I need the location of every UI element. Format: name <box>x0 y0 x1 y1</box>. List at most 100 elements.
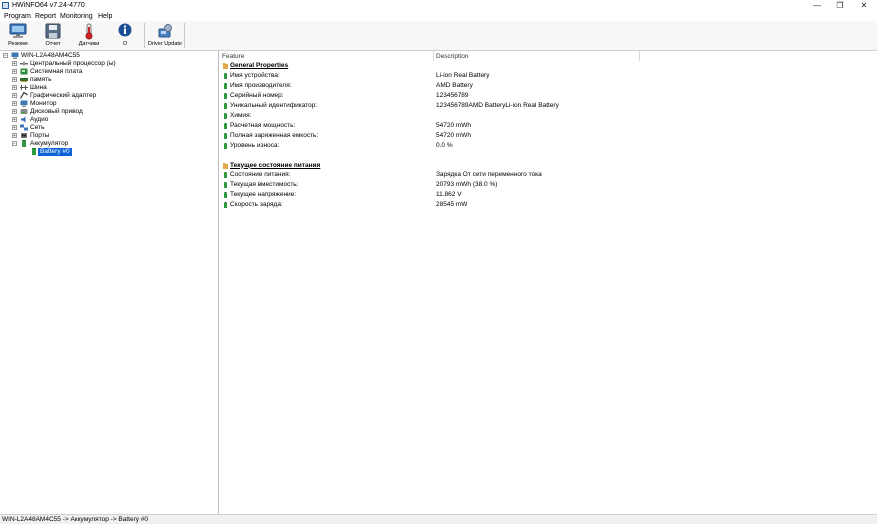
battery-icon <box>224 102 227 109</box>
about-button[interactable]: О <box>112 22 138 49</box>
battery-icon <box>224 172 227 179</box>
maximize-button[interactable]: ❐ <box>828 0 852 11</box>
description-cell: 11.862 V <box>436 191 462 199</box>
menu-report[interactable]: Report <box>35 12 56 21</box>
app-icon <box>2 2 9 9</box>
report-label: Отчет <box>45 41 61 47</box>
expand-icon[interactable]: + <box>12 117 17 123</box>
section-header[interactable]: Текущее состояние питания <box>219 161 859 171</box>
expand-icon[interactable]: + <box>12 109 17 115</box>
expand-icon[interactable]: + <box>12 85 17 91</box>
tree-item-label: Порты <box>30 132 50 139</box>
tree-item-label: Монитор <box>30 100 57 107</box>
save-icon <box>45 23 61 39</box>
table-row[interactable]: Состояние питания: Зарядка От сети переме… <box>219 170 859 180</box>
table-row[interactable]: Уровень износа: 0.0 % <box>219 141 859 151</box>
ports-icon <box>21 133 27 138</box>
collapse-icon[interactable]: − <box>12 141 17 147</box>
expand-icon[interactable]: + <box>12 125 17 131</box>
table-row[interactable]: Химия: <box>219 111 859 121</box>
table-row[interactable]: Текущая вместимость: 20793 mWh (38.0 %) <box>219 180 859 190</box>
report-button[interactable]: Отчет <box>38 22 68 49</box>
description-cell: Li-ion Real Battery <box>436 71 490 79</box>
description-cell: 123456789 <box>436 91 469 99</box>
table-row[interactable]: Серийный номер: 123456789 <box>219 91 859 101</box>
column-divider[interactable] <box>433 51 434 61</box>
monitor-icon <box>20 100 28 107</box>
menu-monitoring[interactable]: Monitoring <box>60 12 93 21</box>
folder-icon <box>223 63 228 69</box>
disk-icon <box>20 109 28 114</box>
feature-cell: Серийный номер: <box>230 91 284 99</box>
table-row[interactable]: Текущее напряжение: 11.862 V <box>219 190 859 200</box>
memory-icon <box>20 78 28 82</box>
device-tree[interactable]: − WIN-L2A48AM4C55 + Центральный процессо… <box>0 51 219 514</box>
expand-icon[interactable]: + <box>12 61 17 67</box>
description-cell: 0.0 % <box>436 141 453 149</box>
expand-icon[interactable]: + <box>12 69 17 75</box>
toolbar: Резюме Отчет Датчики О Driver Update <box>0 21 877 51</box>
menu-help[interactable]: Help <box>98 12 112 21</box>
table-row[interactable]: Скорость заряда: 28545 mW <box>219 200 859 210</box>
table-row[interactable]: Уникальный идентификатор: 123456789AMD Ba… <box>219 101 859 111</box>
battery-icon <box>224 202 227 209</box>
expand-icon[interactable]: + <box>12 101 17 107</box>
feature-cell: Уровень износа: <box>230 141 280 149</box>
toolbar-separator <box>184 23 185 48</box>
tree-item-label: Графический адаптер <box>30 92 97 99</box>
title-bar: HWiNFO64 v7.24-4770 — ❐ ✕ <box>0 0 877 11</box>
close-button[interactable]: ✕ <box>852 0 876 11</box>
section-header[interactable]: General Properties <box>219 61 859 71</box>
tree-item-label: память <box>30 76 52 83</box>
expand-icon[interactable]: + <box>12 93 17 99</box>
description-cell: 28545 mW <box>436 201 468 209</box>
audio-icon <box>21 116 26 123</box>
computer-icon <box>11 52 19 59</box>
column-header-description[interactable]: Description <box>436 53 469 61</box>
table-row[interactable]: Расчетная мощность: 54720 mWh <box>219 121 859 131</box>
column-header-feature[interactable]: Feature <box>222 53 244 61</box>
battery-icon <box>224 182 227 189</box>
monitor-icon <box>9 23 27 38</box>
feature-cell: Имя производителя: <box>230 81 292 89</box>
table-row[interactable]: Имя производителя: AMD Battery <box>219 81 859 91</box>
feature-cell: Состояние питания: <box>230 171 291 179</box>
description-cell: 123456789AMD BatteryLi-ion Real Battery <box>436 101 559 109</box>
gpu-icon <box>20 92 28 99</box>
tree-item-label: Аудио <box>30 116 49 123</box>
tree-item-label: Шина <box>30 84 47 91</box>
battery-icon <box>224 122 227 129</box>
feature-cell: General Properties <box>230 62 289 69</box>
column-divider[interactable] <box>639 51 640 61</box>
table-row[interactable]: Полная заряженная емкость: 54720 mWh <box>219 131 859 141</box>
description-cell: 54720 mWh <box>436 121 472 129</box>
summary-button[interactable]: Резюме <box>3 22 33 49</box>
feature-cell: Уникальный идентификатор: <box>230 101 318 109</box>
feature-cell: Полная заряженная емкость: <box>230 131 319 139</box>
cpu-icon <box>20 61 28 66</box>
collapse-icon[interactable]: − <box>3 53 8 59</box>
menu-program[interactable]: Program <box>4 12 31 21</box>
sensors-label: Датчики <box>78 41 100 47</box>
table-row[interactable]: Имя устройства: Li-ion Real Battery <box>219 71 859 81</box>
tree-item-label: Дисковый привод <box>30 108 83 115</box>
battery-icon <box>224 112 227 119</box>
summary-label: Резюме <box>8 41 28 47</box>
expand-icon[interactable]: + <box>12 77 17 83</box>
sensors-button[interactable]: Датчики <box>73 22 105 49</box>
battery-icon <box>224 132 227 139</box>
expand-icon[interactable]: + <box>12 133 17 139</box>
driver-update-icon <box>158 24 172 38</box>
feature-cell: Текущее состояние питания <box>230 161 321 169</box>
tree-selected-label: Battery #0 <box>38 148 72 156</box>
minimize-button[interactable]: — <box>805 0 829 11</box>
driver-update-button[interactable]: Driver Update <box>147 22 183 49</box>
feature-cell: Скорость заряда: <box>230 201 283 209</box>
motherboard-icon <box>20 68 28 75</box>
tree-item-label: Центральный процессор (ы) <box>30 60 116 67</box>
network-icon <box>20 124 28 131</box>
feature-cell: Расчетная мощность: <box>230 121 296 129</box>
driver-update-label: Driver Update <box>148 41 182 47</box>
details-pane[interactable]: Feature Description General Properties Им… <box>219 51 877 514</box>
about-label: О <box>122 41 128 47</box>
